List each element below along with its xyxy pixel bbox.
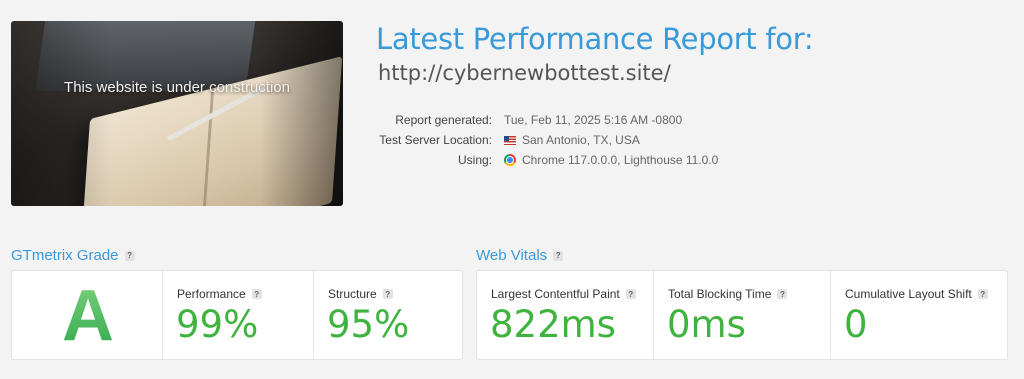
chrome-icon: [504, 154, 516, 166]
help-icon[interactable]: ?: [553, 250, 564, 261]
help-icon[interactable]: ?: [625, 289, 636, 299]
tbt-label: Total Blocking Time: [668, 287, 772, 301]
thumbnail-caption: This website is under construction: [64, 79, 290, 96]
performance-value: 99%: [176, 303, 259, 346]
tbt-value: 0ms: [667, 303, 746, 346]
report-title: Latest Performance Report for:: [376, 22, 814, 56]
gtmetrix-grade-card: A Performance ? 99% Structure ? 95%: [11, 270, 463, 360]
report-generated-label: Report generated:: [395, 113, 492, 127]
lcp-value: 822ms: [490, 303, 616, 346]
structure-cell: Structure ? 95%: [313, 271, 462, 359]
using-label: Using:: [457, 153, 492, 167]
report-url[interactable]: http://cybernewbottest.site/: [378, 61, 671, 85]
web-vitals-title: Web Vitals ?: [476, 247, 564, 264]
structure-value: 95%: [327, 303, 410, 346]
gtmetrix-grade-title: GTmetrix Grade ?: [11, 247, 135, 264]
site-screenshot-thumbnail[interactable]: This website is under construction: [11, 21, 343, 206]
performance-label: Performance: [177, 287, 246, 301]
help-icon[interactable]: ?: [251, 289, 262, 299]
report-meta: Report generated: Tue, Feb 11, 2025 5:16…: [340, 110, 718, 170]
lcp-cell: Largest Contentful Paint ? 822ms: [477, 271, 653, 359]
report-generated-row: Report generated: Tue, Feb 11, 2025 5:16…: [340, 110, 718, 130]
tbt-cell: Total Blocking Time ? 0ms: [653, 271, 830, 359]
help-icon[interactable]: ?: [977, 289, 988, 299]
structure-label: Structure: [328, 287, 377, 301]
grade-letter: A: [62, 276, 114, 356]
help-icon[interactable]: ?: [124, 250, 135, 261]
server-location-value: San Antonio, TX, USA: [522, 133, 640, 147]
cls-label: Cumulative Layout Shift: [845, 287, 972, 301]
server-location-row: Test Server Location: San Antonio, TX, U…: [340, 130, 718, 150]
report-generated-value: Tue, Feb 11, 2025 5:16 AM -0800: [504, 113, 683, 127]
cls-cell: Cumulative Layout Shift ? 0: [830, 271, 1007, 359]
help-icon[interactable]: ?: [382, 289, 393, 299]
us-flag-icon: [504, 135, 516, 145]
grade-cell: A: [12, 271, 162, 359]
web-vitals-card: Largest Contentful Paint ? 822ms Total B…: [476, 270, 1008, 360]
performance-cell: Performance ? 99%: [162, 271, 313, 359]
server-location-label: Test Server Location:: [379, 133, 492, 147]
using-value: Chrome 117.0.0.0, Lighthouse 11.0.0: [522, 153, 719, 167]
using-row: Using: Chrome 117.0.0.0, Lighthouse 11.0…: [340, 150, 718, 170]
cls-value: 0: [844, 303, 868, 346]
help-icon[interactable]: ?: [777, 289, 788, 299]
lcp-label: Largest Contentful Paint: [491, 287, 620, 301]
